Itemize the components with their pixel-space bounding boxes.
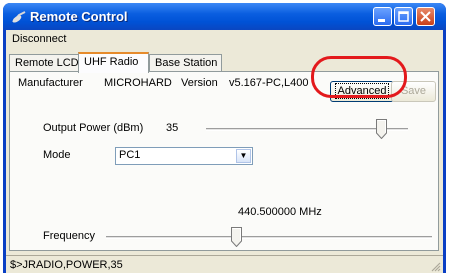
mode-label: Mode <box>43 149 71 161</box>
close-icon <box>420 11 431 22</box>
remote-control-window: Remote Control Disconnect Remote LCD UHF… <box>3 3 446 273</box>
version-label: Version <box>181 77 218 89</box>
resize-grip-icon[interactable] <box>429 260 441 272</box>
save-button[interactable]: Save <box>391 81 436 102</box>
manufacturer-value: MICROHARD <box>104 77 172 89</box>
minimize-button[interactable] <box>373 7 392 26</box>
menu-bar: Disconnect <box>6 30 443 48</box>
frequency-slider-thumb[interactable] <box>230 227 242 247</box>
maximize-button[interactable] <box>394 7 413 26</box>
output-power-slider-thumb[interactable] <box>376 119 388 139</box>
satellite-dish-icon <box>12 11 26 23</box>
tab-base-station[interactable]: Base Station <box>149 54 222 72</box>
menu-disconnect[interactable]: Disconnect <box>12 33 66 45</box>
output-power-value: 35 <box>166 122 179 134</box>
version-value: v5.167-PC,L400 <box>229 77 309 89</box>
advanced-button[interactable]: Advanced <box>330 81 394 102</box>
minimize-icon <box>378 19 385 22</box>
chevron-down-icon[interactable]: ▼ <box>236 149 251 163</box>
close-button[interactable] <box>416 7 435 26</box>
status-text: $>JRADIO,POWER,35 <box>10 259 123 271</box>
tab-uhf-radio[interactable]: UHF Radio <box>78 52 149 73</box>
maximize-icon <box>398 11 409 22</box>
mode-select-value: PC1 <box>119 149 141 161</box>
tab-strip: Remote LCD UHF Radio Base Station <box>9 52 439 73</box>
uhf-radio-panel: Manufacturer MICROHARD Version v5.167-PC… <box>9 71 439 251</box>
client-area: Disconnect Remote LCD UHF Radio Base Sta… <box>6 30 443 273</box>
output-power-label: Output Power (dBm) <box>43 122 144 134</box>
mode-select[interactable]: PC1 ▼ <box>115 147 253 165</box>
frequency-readout: 440.500000 MHz <box>238 206 322 218</box>
window-title: Remote Control <box>30 9 128 24</box>
status-bar: $>JRADIO,POWER,35 <box>6 255 443 273</box>
tab-remote-lcd[interactable]: Remote LCD <box>9 54 79 72</box>
manufacturer-label: Manufacturer <box>18 77 83 89</box>
frequency-label: Frequency <box>43 230 95 242</box>
advanced-button-label: Advanced <box>334 83 390 99</box>
title-bar[interactable]: Remote Control <box>3 3 446 30</box>
frequency-slider-track[interactable] <box>106 236 432 239</box>
